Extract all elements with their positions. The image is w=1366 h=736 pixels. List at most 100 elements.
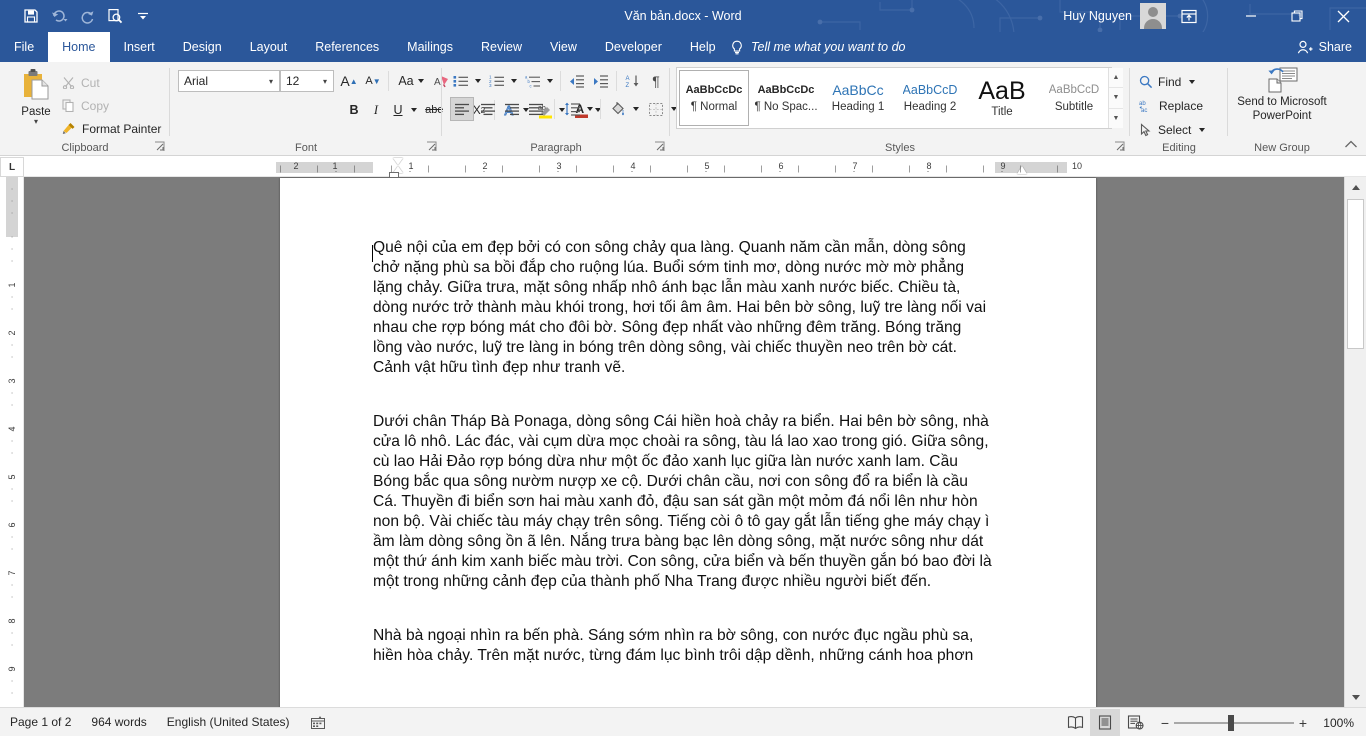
zoom-thumb[interactable] [1228,714,1234,731]
underline-button[interactable]: U [388,98,408,122]
tab-view[interactable]: View [536,32,591,62]
replace-button[interactable]: ab ac Replace [1136,94,1206,118]
styles-scroll-controls[interactable]: ▲ ▼ ▼ [1108,68,1123,128]
font-dialog-launcher[interactable] [426,141,438,153]
copy-button[interactable]: Copy [58,95,113,116]
align-left-button[interactable] [450,97,474,121]
select-chevron-down-icon[interactable] [1199,128,1206,132]
grow-font-button[interactable]: A ▲ [338,69,360,93]
style-item-normal[interactable]: AaBbCcDc ¶ Normal [679,70,749,126]
multilevel-chevron-down-icon[interactable] [544,69,556,93]
shrink-font-button[interactable]: A ▼ [362,69,384,93]
document-canvas[interactable]: Quê nội của em đẹp bởi có con sông chảy … [24,177,1366,707]
paste-chevron-down-icon[interactable]: ▾ [12,118,60,126]
styles-scroll-up-icon[interactable]: ▲ [1109,68,1123,89]
window-controls[interactable] [1228,0,1366,32]
styles-gallery[interactable]: AaBbCcDc ¶ Normal AaBbCcDc ¶ No Spac... … [676,67,1112,129]
bullets-chevron-down-icon[interactable] [472,69,484,93]
ribbon-display-options-icon[interactable] [1172,0,1206,32]
cut-button[interactable]: Cut [58,72,104,93]
font-name-combobox[interactable]: Arial ▾ [178,70,280,92]
customize-qat-icon[interactable] [130,4,156,28]
scrollbar-thumb[interactable] [1347,199,1364,349]
underline-chevron-down-icon[interactable] [408,98,420,122]
document-paragraph[interactable]: Quê nội của em đẹp bởi có con sông chảy … [373,238,995,378]
borders-button[interactable] [644,97,668,121]
tab-design[interactable]: Design [169,32,236,62]
italic-button[interactable]: I [366,98,386,122]
styles-dialog-launcher[interactable] [1114,141,1126,153]
line-spacing-chevron-down-icon[interactable] [584,97,596,121]
language-indicator[interactable]: English (United States) [157,710,300,734]
quick-access-toolbar[interactable] [18,0,156,32]
collapse-ribbon-button[interactable] [1344,139,1360,153]
word-count[interactable]: 964 words [81,710,156,734]
justify-button[interactable] [524,97,548,121]
clipboard-dialog-launcher[interactable] [154,141,166,153]
scroll-up-button[interactable] [1345,177,1366,197]
vertical-scrollbar[interactable] [1344,177,1366,707]
ribbon-tabs[interactable]: File Home Insert Design Layout Reference… [0,32,730,62]
zoom-slider[interactable]: − + [1156,714,1312,731]
share-button[interactable]: Share [1297,32,1352,62]
first-line-indent-marker[interactable] [393,158,403,165]
numbering-button[interactable]: 123 [486,69,508,93]
paste-button[interactable]: Paste ▾ [12,68,60,126]
tab-references[interactable]: References [301,32,393,62]
avatar[interactable] [1140,3,1166,29]
tab-review[interactable]: Review [467,32,536,62]
right-indent-marker[interactable] [1017,166,1027,174]
print-layout-button[interactable] [1090,709,1120,736]
style-item-heading-2[interactable]: AaBbCcD Heading 2 [895,70,965,126]
style-item-no-spacing[interactable]: AaBbCcDc ¶ No Spac... [751,70,821,126]
minimize-button[interactable] [1228,0,1274,32]
undo-icon[interactable] [46,4,72,28]
styles-more-icon[interactable]: ▼ [1109,108,1123,128]
shading-button[interactable] [606,97,630,121]
save-icon[interactable] [18,4,44,28]
tab-insert[interactable]: Insert [110,32,169,62]
redo-icon[interactable] [74,4,100,28]
account-area[interactable]: Huy Nguyen [1063,0,1166,32]
vertical-ruler[interactable]: 1 2 3 4 5 6 7 8 9 · · · · · · · · · · · · · · · · · · · · · ·… [0,177,24,707]
select-button[interactable]: Select [1136,118,1208,142]
close-button[interactable] [1320,0,1366,32]
find-button[interactable]: Find [1136,70,1198,94]
style-item-title[interactable]: AaB Title [967,70,1037,126]
shading-chevron-down-icon[interactable] [630,97,642,121]
zoom-track[interactable] [1174,714,1294,731]
horizontal-ruler[interactable]: 2 1 1 2 3 4 5 6 7 8 9 10 | | · | | · | | · | | · | | ·… [0,157,1366,180]
horizontal-ruler-track[interactable]: 2 1 1 2 3 4 5 6 7 8 9 10 | | · | | · | | · | | · | | ·… [24,157,1344,180]
format-painter-button[interactable]: Format Painter [58,118,165,139]
multilevel-list-button[interactable]: abc [522,69,544,93]
send-to-powerpoint-button[interactable]: Send to Microsoft PowerPoint [1230,66,1334,123]
numbering-chevron-down-icon[interactable] [508,69,520,93]
font-size-combobox[interactable]: 12 ▾ [280,70,334,92]
line-spacing-button[interactable] [560,97,584,121]
ruler-corner-tab-selector[interactable]: L [0,157,24,177]
font-name-chevron-down-icon[interactable]: ▾ [265,77,277,86]
styles-scroll-down-icon[interactable]: ▼ [1109,88,1123,109]
print-preview-icon[interactable] [102,4,128,28]
change-case-chevron-down-icon[interactable] [417,79,424,83]
scroll-down-button[interactable] [1345,687,1366,707]
read-mode-button[interactable] [1060,709,1090,736]
tell-me-box[interactable]: Tell me what you want to do [730,32,906,62]
tab-mailings[interactable]: Mailings [393,32,467,62]
tab-help[interactable]: Help [676,32,730,62]
align-right-button[interactable] [500,97,524,121]
show-formatting-marks-button[interactable]: ¶ [646,69,666,93]
restore-button[interactable] [1274,0,1320,32]
tab-file[interactable]: File [0,32,48,62]
zoom-in-button[interactable]: + [1294,715,1312,731]
tab-developer[interactable]: Developer [591,32,676,62]
tab-home[interactable]: Home [48,32,110,62]
font-size-chevron-down-icon[interactable]: ▾ [319,77,331,86]
increase-indent-button[interactable] [590,69,612,93]
bullets-button[interactable] [450,69,472,93]
style-item-subtitle[interactable]: AaBbCcD Subtitle [1039,70,1109,126]
style-item-heading-1[interactable]: AaBbCc Heading 1 [823,70,893,126]
document-paragraph[interactable]: Nhà bà ngoại nhìn ra bến phà. Sáng sớm n… [373,626,995,666]
zoom-out-button[interactable]: − [1156,715,1174,731]
page-text-body[interactable]: Quê nội của em đẹp bởi có con sông chảy … [373,238,995,700]
